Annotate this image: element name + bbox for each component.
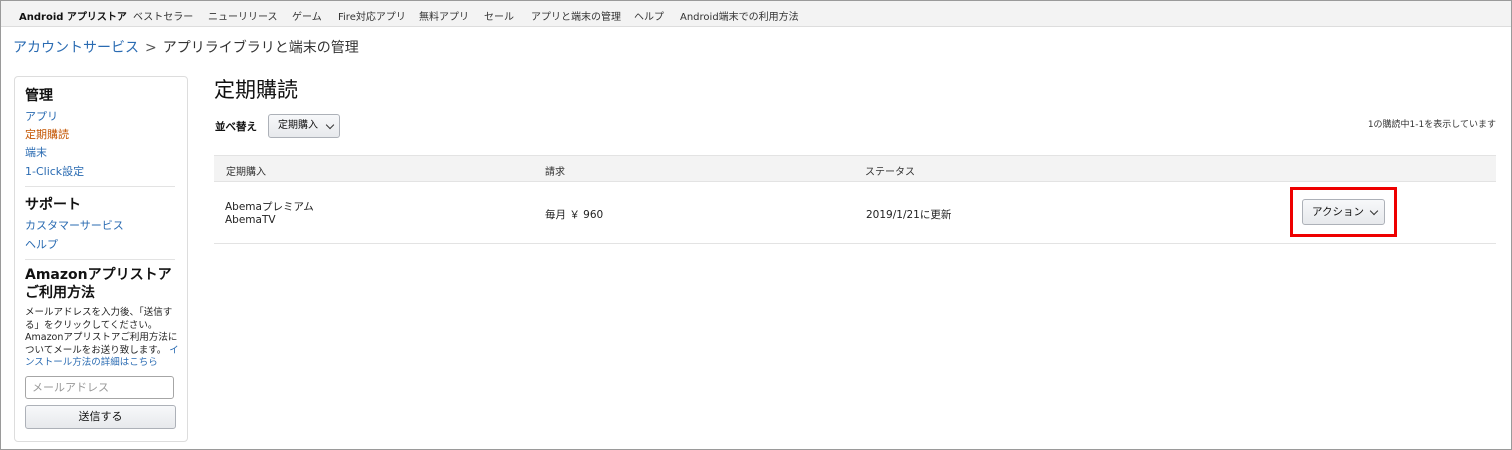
chevron-down-icon [1369,206,1379,216]
sidebar-item-devices[interactable]: 端末 [25,144,47,160]
howto-description: メールアドレスを入力後、「送信する」をクリックしてください。Amazonアプリス… [25,307,181,370]
column-header-status: ステータス [865,167,915,178]
page-title: 定期購読 [214,78,298,102]
sidebar-item-1click[interactable]: 1-Click設定 [25,163,84,179]
sidebar: 管理 アプリ 定期購読 端末 1-Click設定 サポート カスタマーサービス … [14,76,188,442]
sidebar-divider [25,186,175,187]
subscription-status: 2019/1/21に更新 [866,209,952,221]
sort-dropdown-value: 定期購入 [278,120,318,131]
nav-fire-apps[interactable]: Fire対応アプリ [338,8,406,23]
sidebar-item-customer-service[interactable]: カスタマーサービス [25,217,124,233]
nav-bestsellers[interactable]: ベストセラー [133,8,193,23]
sort-dropdown[interactable]: 定期購入 [268,114,340,138]
nav-sale[interactable]: セール [484,8,514,23]
subscription-name: Abemaプレミアム [225,201,314,213]
howto-text: メールアドレスを入力後、「送信する」をクリックしてください。Amazonアプリス… [25,307,178,356]
sidebar-item-subscriptions[interactable]: 定期購読 [25,126,69,142]
breadcrumb-current: アプリライブラリと端末の管理 [162,40,359,56]
sidebar-heading-support: サポート [25,197,81,213]
email-field[interactable] [25,376,174,399]
result-count: 1の購読中1-1を表示しています [1367,120,1496,130]
sidebar-heading-manage: 管理 [25,88,53,104]
table-header: 定期購入 請求 ステータス [214,155,1496,182]
nav-games[interactable]: ゲーム [292,8,322,23]
breadcrumb-separator: > [145,40,157,56]
sidebar-item-apps[interactable]: アプリ [25,108,58,124]
nav-free-apps[interactable]: 無料アプリ [419,8,469,23]
subscription-publisher: AbemaTV [225,214,276,226]
send-button[interactable]: 送信する [25,405,176,429]
sidebar-heading-howto: Amazonアプリストア ご利用方法 [25,266,172,302]
column-header-subscription: 定期購入 [226,167,266,178]
nav-app-device-manage[interactable]: アプリと端末の管理 [531,8,621,23]
nav-android-howto[interactable]: Android端末での利用方法 [680,8,799,23]
subscription-billing: 毎月 ￥ 960 [545,209,604,221]
nav-new-releases[interactable]: ニューリリース [208,8,278,23]
column-header-billing: 請求 [545,167,565,178]
nav-help[interactable]: ヘルプ [634,8,664,23]
nav-android-appstore[interactable]: Android アプリストア [19,8,127,23]
sort-label: 並べ替え [215,121,257,133]
breadcrumb: アカウントサービス > アプリライブラリと端末の管理 [13,37,359,57]
action-dropdown-button[interactable]: アクション [1302,199,1385,225]
action-label: アクション [1312,206,1364,218]
sidebar-item-help[interactable]: ヘルプ [25,236,58,252]
sidebar-divider [25,259,175,260]
top-nav: Android アプリストア ベストセラー ニューリリース ゲーム Fire対応… [1,1,1511,27]
breadcrumb-account-service[interactable]: アカウントサービス [13,40,139,56]
howto-heading-line1: Amazonアプリストア [25,267,172,283]
howto-heading-line2: ご利用方法 [25,285,95,301]
chevron-down-icon [325,120,335,130]
